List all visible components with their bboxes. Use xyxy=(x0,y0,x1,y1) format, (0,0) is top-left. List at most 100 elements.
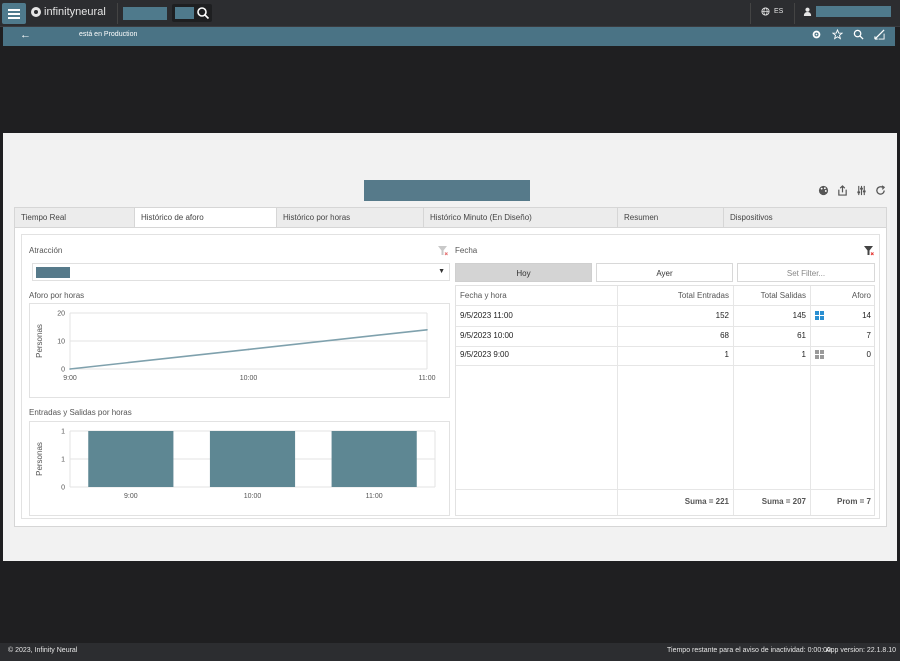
cell-aforo: 14 xyxy=(862,311,871,320)
dashboard-title xyxy=(364,180,530,201)
search-input[interactable] xyxy=(175,7,194,19)
cell-salidas: 1 xyxy=(801,350,806,359)
atraccion-selected-value xyxy=(36,267,70,278)
refresh-icon[interactable] xyxy=(875,185,886,196)
back-arrow-icon[interactable]: ← xyxy=(20,29,31,41)
palette-icon[interactable] xyxy=(818,185,829,196)
x-tick-label: 10:00 xyxy=(240,375,258,382)
chart-entradas-salidas-title: Entradas y Salidas por horas xyxy=(29,408,132,417)
x-tick-label: 10:00 xyxy=(244,493,262,500)
data-point xyxy=(247,348,250,351)
cell-entradas: 1 xyxy=(724,350,729,359)
y-tick-label: 1 xyxy=(61,457,65,464)
bar xyxy=(209,431,296,487)
tab-dispositivos[interactable]: Dispositivos xyxy=(724,207,887,227)
ayer-button[interactable]: Ayer xyxy=(596,263,733,282)
y-axis-label: Personas xyxy=(35,442,44,476)
top-navbar: infinityneural ES xyxy=(0,0,900,27)
y-tick-label: 20 xyxy=(57,311,65,318)
bar xyxy=(331,431,417,487)
cell-fecha: 9/5/2023 9:00 xyxy=(460,350,509,359)
atraccion-label: Atracción xyxy=(29,246,63,255)
cell-fecha: 9/5/2023 10:00 xyxy=(460,331,514,340)
tab-content: Atracción ▼ Fecha Hoy Ayer Set Filter...… xyxy=(14,227,887,527)
aforo-table: Fecha y hora Total Entradas Total Salida… xyxy=(455,285,875,516)
x-tick-label: 11:00 xyxy=(419,375,436,382)
report-container: Atracción ▼ Fecha Hoy Ayer Set Filter...… xyxy=(21,234,880,519)
x-tick-label: 9:00 xyxy=(124,493,138,500)
y-tick-label: 1 xyxy=(61,429,65,436)
environment-status: está en Production xyxy=(79,31,138,38)
y-tick-label: 10 xyxy=(57,339,65,346)
y-tick-label: 0 xyxy=(61,367,65,374)
cell-aforo: 7 xyxy=(866,331,871,340)
clear-filter-icon[interactable] xyxy=(438,246,448,256)
hoy-button[interactable]: Hoy xyxy=(455,263,592,282)
tab-historico-aforo[interactable]: Histórico de aforo xyxy=(135,207,277,227)
cell-salidas: 61 xyxy=(797,331,806,340)
app-version: App version: 22.1.8.10 xyxy=(826,647,897,654)
fecha-label: Fecha xyxy=(455,246,478,255)
y-axis-label: Personas xyxy=(35,324,44,358)
tab-resumen[interactable]: Resumen xyxy=(618,207,724,227)
user-menu[interactable] xyxy=(803,6,891,17)
data-point xyxy=(426,329,428,331)
search-icon[interactable] xyxy=(853,29,864,40)
infinityneural-logo-icon xyxy=(31,7,41,17)
y-tick-label: 0 xyxy=(61,485,65,492)
settings-icon[interactable] xyxy=(811,29,822,40)
brand-logo[interactable]: infinityneural xyxy=(31,6,106,18)
x-tick-label: 11:00 xyxy=(366,493,383,500)
set-filter-input[interactable]: Set Filter... xyxy=(737,263,875,282)
subbar-tools xyxy=(811,29,885,40)
edit-icon[interactable] xyxy=(874,29,885,40)
sliders-icon[interactable] xyxy=(856,185,867,196)
x-tick-label: 9:00 xyxy=(63,375,77,382)
chevron-down-icon: ▼ xyxy=(438,268,445,275)
header-aforo[interactable]: Aforo xyxy=(810,286,871,305)
globe-icon xyxy=(761,7,770,16)
atraccion-select[interactable]: ▼ xyxy=(32,263,450,281)
cell-entradas: 152 xyxy=(715,311,729,320)
inactivity-timer: Tiempo restante para el aviso de inactiv… xyxy=(667,647,831,654)
hamburger-menu-button[interactable] xyxy=(2,3,26,24)
brand-name: infinityneural xyxy=(44,6,106,18)
search-icon[interactable] xyxy=(196,6,210,20)
panel-tools xyxy=(818,185,886,196)
data-point xyxy=(69,368,71,370)
chart-aforo-title: Aforo por horas xyxy=(29,291,85,300)
row-divider xyxy=(456,365,874,366)
aforo-line-chart: 0 10 20 Personas 9:00 10:00 11:00 xyxy=(35,311,436,383)
language-selector[interactable]: ES xyxy=(761,7,783,16)
cell-salidas: 145 xyxy=(792,311,806,320)
divider xyxy=(750,3,751,24)
dashboard-panel: Tiempo Real Histórico de aforo Histórico… xyxy=(3,133,897,561)
star-icon[interactable] xyxy=(832,29,843,40)
search-box[interactable] xyxy=(172,4,212,22)
export-icon[interactable] xyxy=(837,185,848,196)
divider xyxy=(794,3,795,24)
tab-tiempo-real[interactable]: Tiempo Real xyxy=(14,207,135,227)
entradas-salidas-bar-chart: 0 1 1 Personas 9:00 10:00 11:00 xyxy=(35,429,436,500)
header-total-salidas[interactable]: Total Salidas xyxy=(733,286,806,305)
sum-entradas: Suma = 221 xyxy=(684,497,729,506)
footer-divider xyxy=(456,489,874,490)
app-footer: © 2023, Infinity Neural Tiempo restante … xyxy=(0,643,900,661)
cell-fecha: 9/5/2023 11:00 xyxy=(460,311,513,320)
environment-selector[interactable] xyxy=(123,7,167,20)
avg-aforo: Prom = 7 xyxy=(836,497,871,506)
header-total-entradas[interactable]: Total Entradas xyxy=(617,286,729,305)
divider xyxy=(117,3,118,24)
tab-historico-minuto[interactable]: Histórico Minuto (En Diseño) xyxy=(424,207,618,227)
user-name xyxy=(816,6,891,17)
entradas-salidas-chart: 0 1 1 Personas 9:00 10:00 11:00 xyxy=(29,421,450,516)
header-fecha[interactable]: Fecha y hora xyxy=(460,286,507,305)
cell-entradas: 68 xyxy=(720,331,729,340)
environment-bar: ← está en Production xyxy=(3,27,895,46)
cell-aforo: 0 xyxy=(866,350,871,359)
clear-filter-icon[interactable] xyxy=(864,246,874,256)
user-icon xyxy=(803,7,812,16)
tab-historico-horas[interactable]: Histórico por horas xyxy=(277,207,424,227)
sum-salidas: Suma = 207 xyxy=(761,497,806,506)
copyright: © 2023, Infinity Neural xyxy=(8,647,78,654)
